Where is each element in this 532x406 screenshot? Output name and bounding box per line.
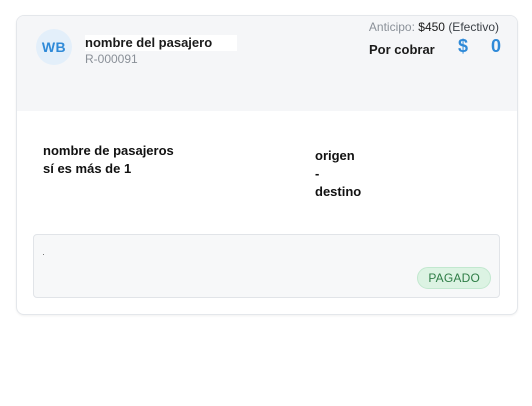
passenger-name: nombre del pasajero <box>85 35 237 51</box>
note-marker <box>43 254 44 255</box>
anticipo-label: Anticipo: <box>368 20 415 34</box>
route-info: origen - destino <box>315 147 361 201</box>
currency-symbol: $ <box>458 36 469 56</box>
route-separator: - <box>315 166 320 181</box>
notes-box: PAGADO <box>33 234 500 298</box>
card-header: WB nombre del pasajero R-000091 Anticipo… <box>17 16 517 111</box>
status-badge: PAGADO <box>417 267 491 289</box>
passengers-list: nombre de pasajeros sí es más de 1 <box>43 142 174 178</box>
por-cobrar-label: Por cobrar <box>369 42 435 57</box>
route-destination: destino <box>315 184 362 199</box>
passengers-line-2: sí es más de 1 <box>43 161 132 176</box>
reservation-card[interactable]: WB nombre del pasajero R-000091 Anticipo… <box>16 15 518 315</box>
passengers-line-1: nombre de pasajeros <box>43 143 174 158</box>
balance-amount: 0 <box>490 36 501 56</box>
anticipo-amount: $450 <box>418 20 445 34</box>
anticipo-info: Anticipo: $450 (Efectivo) <box>369 20 499 34</box>
route-origin: origen <box>315 148 355 163</box>
anticipo-method: (Efectivo) <box>448 20 499 34</box>
avatar: WB <box>36 29 72 65</box>
reservation-code: R-000091 <box>85 52 138 66</box>
